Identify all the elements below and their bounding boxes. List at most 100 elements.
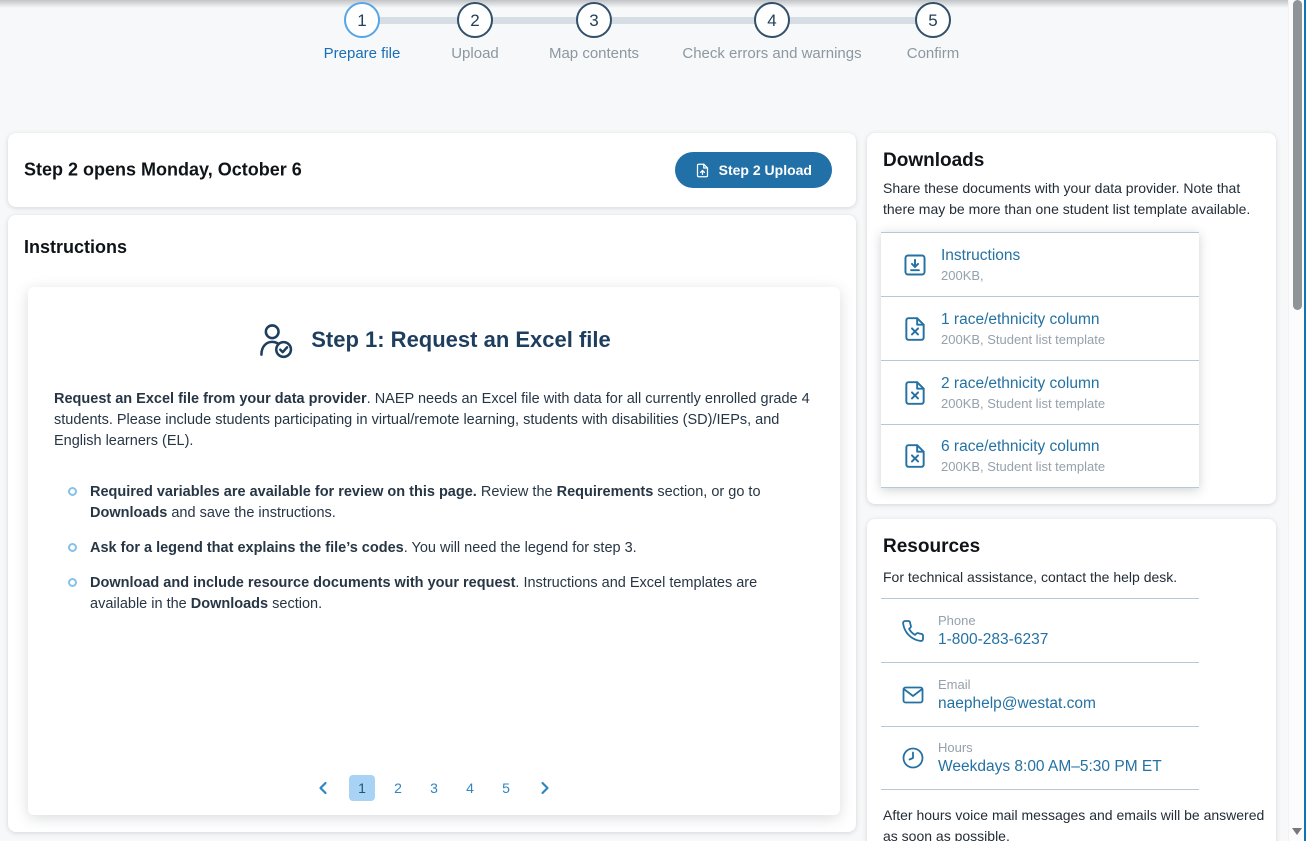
- bullet-text: Download and include resource documents …: [90, 575, 757, 612]
- excel-file-icon: [902, 316, 928, 342]
- step-number-circle: 3: [576, 2, 612, 38]
- clock-icon: [901, 746, 925, 770]
- bullet-text-segment: Review the: [477, 484, 557, 500]
- step2-banner-card: Step 2 opens Monday, October 6 Step 2 Up…: [8, 133, 856, 207]
- next-page-button[interactable]: [529, 778, 561, 798]
- step-label: Confirm: [833, 45, 1033, 62]
- step-number-circle: 5: [915, 2, 951, 38]
- bullet-text: Ask for a legend that explains the file’…: [90, 540, 637, 556]
- download-item-title[interactable]: Instructions: [941, 247, 1020, 265]
- download-item-meta: 200KB,: [941, 268, 1020, 283]
- prev-page-button[interactable]: [307, 778, 339, 798]
- page-number-5[interactable]: 5: [493, 775, 519, 801]
- instruction-bullet: Ask for a legend that explains the file’…: [68, 538, 814, 559]
- person-check-icon: [257, 321, 295, 359]
- bullet-text-segment: Ask for a legend that explains the file’…: [90, 540, 404, 556]
- download-item-meta: 200KB, Student list template: [941, 332, 1105, 347]
- bullet-text-segment: Downloads: [191, 596, 268, 612]
- email-icon: [901, 683, 925, 707]
- page-number-list: 12345: [349, 775, 519, 801]
- step-number-circle: 2: [457, 2, 493, 38]
- download-item-title[interactable]: 2 race/ethnicity column: [941, 375, 1105, 393]
- intro-bold-text: Request an Excel file from your data pro…: [54, 391, 367, 407]
- intro-paragraph: Request an Excel file from your data pro…: [54, 389, 814, 452]
- excel-file-icon: [902, 380, 928, 406]
- bullet-text-segment: and save the instructions.: [167, 505, 335, 521]
- bullet-text-segment: Downloads: [90, 505, 167, 521]
- after-hours-note: After hours voice mail messages and emai…: [883, 805, 1265, 841]
- instruction-bullet-list: Required variables are available for rev…: [68, 482, 814, 615]
- pdf-download-icon: [902, 252, 928, 278]
- bullet-circle-icon: [68, 578, 77, 587]
- download-item-text: Instructions 200KB,: [941, 247, 1020, 283]
- resource-item-text: Email naephelp@westat.com: [938, 677, 1096, 713]
- chevron-right-icon: [535, 778, 555, 798]
- step-heading-text: Step 1: Request an Excel file: [311, 327, 611, 353]
- resource-item-label: Phone: [938, 613, 1048, 628]
- page-number-2[interactable]: 2: [385, 775, 411, 801]
- download-item-meta: 200KB, Student list template: [941, 396, 1105, 411]
- bullet-text: Required variables are available for rev…: [90, 484, 761, 521]
- resource-item: Email naephelp@westat.com: [881, 662, 1199, 726]
- stepper-step-3[interactable]: 3 Map contents: [494, 2, 694, 62]
- downloads-description: Share these documents with your data pro…: [883, 178, 1265, 220]
- step2-upload-button[interactable]: Step 2 Upload: [675, 152, 832, 188]
- bullet-text-segment: section, or go to: [653, 484, 760, 500]
- download-item[interactable]: Instructions 200KB,: [881, 232, 1199, 296]
- instructions-card: Instructions Step 1: Request an Excel fi…: [8, 215, 856, 832]
- bullet-circle-icon: [68, 543, 77, 552]
- page-number-1[interactable]: 1: [349, 775, 375, 801]
- scrollbar-thumb[interactable]: [1293, 0, 1302, 310]
- resource-item-value: Weekdays 8:00 AM–5:30 PM ET: [938, 758, 1162, 776]
- resource-item: Hours Weekdays 8:00 AM–5:30 PM ET: [881, 726, 1199, 790]
- page: 1 Prepare file 2 Upload 3 Map contents 4…: [0, 0, 1306, 841]
- bullet-text-segment: section.: [268, 596, 322, 612]
- resources-title: Resources: [883, 536, 980, 558]
- wizard-stepper: 1 Prepare file 2 Upload 3 Map contents 4…: [0, 0, 1306, 72]
- step-number-circle: 4: [754, 2, 790, 38]
- scrollbar-down-arrow-icon[interactable]: [1292, 828, 1302, 835]
- instruction-bullet: Download and include resource documents …: [68, 573, 814, 615]
- download-item[interactable]: 2 race/ethnicity column 200KB, Student l…: [881, 360, 1199, 424]
- resources-description: For technical assistance, contact the he…: [883, 567, 1265, 588]
- resource-item-value[interactable]: 1-800-283-6237: [938, 631, 1048, 649]
- resource-item-label: Email: [938, 677, 1096, 692]
- bullet-text-segment: Required variables are available for rev…: [90, 484, 477, 500]
- download-item[interactable]: 6 race/ethnicity column 200KB, Student l…: [881, 424, 1199, 488]
- chevron-left-icon: [313, 778, 333, 798]
- resource-item-value[interactable]: naephelp@westat.com: [938, 695, 1096, 713]
- download-item-title[interactable]: 1 race/ethnicity column: [941, 311, 1105, 329]
- resource-item: Phone 1-800-283-6237: [881, 598, 1199, 662]
- download-item-text: 2 race/ethnicity column 200KB, Student l…: [941, 375, 1105, 411]
- resource-item-text: Hours Weekdays 8:00 AM–5:30 PM ET: [938, 740, 1162, 776]
- pagination: 12345: [28, 775, 840, 801]
- instruction-bullet: Required variables are available for rev…: [68, 482, 814, 524]
- resources-list: Phone 1-800-283-6237 Email naephelp@west…: [881, 598, 1199, 790]
- download-item[interactable]: 1 race/ethnicity column 200KB, Student l…: [881, 296, 1199, 360]
- stepper-steps: 1 Prepare file 2 Upload 3 Map contents 4…: [0, 0, 1306, 72]
- download-item-text: 1 race/ethnicity column 200KB, Student l…: [941, 311, 1105, 347]
- resource-item-text: Phone 1-800-283-6237: [938, 613, 1048, 649]
- page-number-4[interactable]: 4: [457, 775, 483, 801]
- download-item-title[interactable]: 6 race/ethnicity column: [941, 438, 1105, 456]
- instruction-step-panel: Step 1: Request an Excel file Request an…: [28, 287, 840, 815]
- step-label: Map contents: [494, 45, 694, 62]
- download-item-text: 6 race/ethnicity column 200KB, Student l…: [941, 438, 1105, 474]
- bullet-text-segment: Requirements: [557, 484, 654, 500]
- page-number-3[interactable]: 3: [421, 775, 447, 801]
- downloads-panel: Downloads Share these documents with you…: [867, 133, 1276, 504]
- step-heading: Step 1: Request an Excel file: [28, 287, 840, 359]
- excel-file-icon: [902, 443, 928, 469]
- download-item-meta: 200KB, Student list template: [941, 459, 1105, 474]
- resource-item-label: Hours: [938, 740, 1162, 755]
- step2-upload-button-label: Step 2 Upload: [719, 162, 812, 178]
- bullet-text-segment: . You will need the legend for step 3.: [404, 540, 637, 556]
- bullet-text-segment: Download and include resource documents …: [90, 575, 515, 591]
- stepper-step-5[interactable]: 5 Confirm: [833, 2, 1033, 62]
- resources-panel: Resources For technical assistance, cont…: [867, 519, 1276, 841]
- file-upload-icon: [695, 163, 710, 178]
- banner-title: Step 2 opens Monday, October 6: [24, 160, 302, 181]
- downloads-title: Downloads: [883, 150, 984, 172]
- phone-icon: [901, 619, 925, 643]
- bullet-circle-icon: [68, 487, 77, 496]
